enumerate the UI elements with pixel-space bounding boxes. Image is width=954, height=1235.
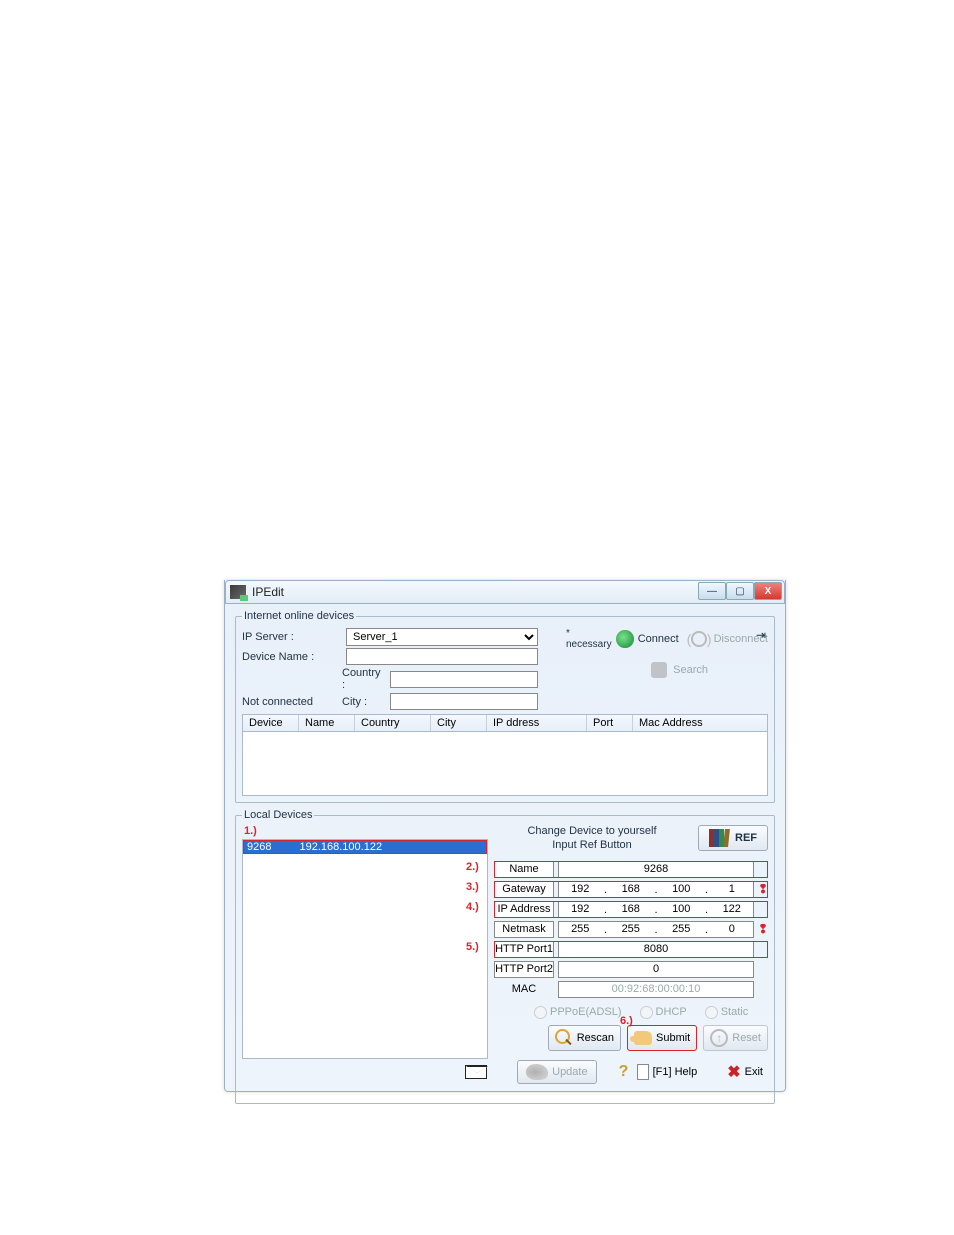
search-man-icon xyxy=(651,662,667,678)
note-icon xyxy=(637,1064,649,1080)
gateway-row: Gateway 192. 168. 100. 1 ❢ xyxy=(494,881,768,898)
dove-icon xyxy=(526,1064,548,1080)
local-legend: Local Devices xyxy=(242,809,314,821)
ipserver-label: IP Server : xyxy=(242,631,342,643)
close-button[interactable]: X xyxy=(754,582,782,600)
name-row: Name 9268 xyxy=(494,861,768,878)
country-input[interactable] xyxy=(390,671,538,688)
globe-icon xyxy=(616,630,633,648)
envelope-icon[interactable] xyxy=(465,1065,487,1079)
maximize-button[interactable]: ▢ xyxy=(726,582,754,600)
col-country[interactable]: Country xyxy=(355,715,431,731)
col-name[interactable]: Name xyxy=(299,715,355,731)
notconn-label: Not connected xyxy=(242,696,342,708)
connect-button[interactable]: Connect xyxy=(638,633,679,645)
online-devices-group: Internet online devices ⇥ IP Server : Se… xyxy=(235,610,775,803)
hint-line2: Input Ref Button xyxy=(494,839,690,853)
list-item[interactable]: 9268 192.168.100.122 xyxy=(243,840,487,854)
radio-dhcp[interactable]: DHCP xyxy=(640,1006,687,1019)
question-icon: ? xyxy=(619,1063,633,1081)
online-table-body[interactable] xyxy=(242,732,768,796)
titlebar[interactable]: IPEdit — ▢ X xyxy=(225,580,785,604)
search-button[interactable]: Search xyxy=(673,664,708,676)
col-port[interactable]: Port xyxy=(587,715,633,731)
mac-row: MAC 00:92:68:00:00:10 xyxy=(494,981,768,998)
city-input[interactable] xyxy=(390,693,538,710)
submit-button[interactable]: Submit xyxy=(627,1025,697,1051)
name-label: Name xyxy=(494,861,554,878)
col-city[interactable]: City xyxy=(431,715,487,731)
minimize-button[interactable]: — xyxy=(698,582,726,600)
mac-label: MAC xyxy=(494,981,554,998)
col-ip[interactable]: IP ddress xyxy=(487,715,587,731)
plug-icon xyxy=(691,631,707,647)
hint-line1: Change Device to yourself xyxy=(494,825,690,839)
ip-row: IP Address 192. 168. 100. 122 xyxy=(494,901,768,918)
online-table-header: Device Name Country City IP ddress Port … xyxy=(242,714,768,732)
radio-static[interactable]: Static xyxy=(705,1006,749,1019)
port2-row: HTTP Port2 0 xyxy=(494,961,768,978)
country-label: Country : xyxy=(342,667,386,691)
ipserver-select[interactable]: Server_1 xyxy=(346,628,538,646)
up-arrow-icon: ↑ xyxy=(710,1029,728,1047)
window-title: IPEdit xyxy=(252,585,284,599)
port2-label: HTTP Port2 xyxy=(494,961,554,978)
radio-pppoe[interactable]: PPPoE(ADSL) xyxy=(534,1006,622,1019)
ip-input[interactable]: 192. 168. 100. 122 xyxy=(558,901,754,918)
netmask-label: Netmask xyxy=(494,921,554,938)
help-button[interactable]: ? [F1] Help xyxy=(611,1060,706,1084)
rescan-button[interactable]: Rescan xyxy=(548,1025,621,1051)
gateway-input[interactable]: 192. 168. 100. 1 xyxy=(558,881,754,898)
annot-4: 4.) xyxy=(466,901,479,913)
annot-1: 1.) xyxy=(244,825,257,837)
ip-mode-radios: PPPoE(ADSL) DHCP Static xyxy=(534,1006,768,1019)
annot-6: 6.) xyxy=(620,1015,633,1027)
annot-5: 5.) xyxy=(466,941,479,953)
exclam-icon: ❢ xyxy=(758,922,768,936)
list-item-ip: 192.168.100.122 xyxy=(299,841,382,853)
x-icon: ✖ xyxy=(727,1062,740,1082)
annot-2: 2.) xyxy=(466,861,479,873)
hand-icon xyxy=(634,1031,652,1045)
app-icon xyxy=(230,585,246,599)
port1-row: HTTP Port1 8080 xyxy=(494,941,768,958)
annot-3: 3.) xyxy=(466,881,479,893)
ref-button[interactable]: REF xyxy=(698,825,768,851)
col-device[interactable]: Device xyxy=(243,715,299,731)
port2-input[interactable]: 0 xyxy=(558,961,754,978)
local-device-list[interactable]: 9268 192.168.100.122 xyxy=(242,839,488,1059)
list-item-name: 9268 xyxy=(247,841,271,853)
update-button[interactable]: Update xyxy=(517,1060,596,1084)
netmask-row: Netmask 255. 255. 255. 0 ❢ xyxy=(494,921,768,938)
name-input[interactable]: 9268 xyxy=(558,861,754,878)
reset-button[interactable]: ↑ Reset xyxy=(703,1025,768,1051)
exit-button[interactable]: ✖ Exit xyxy=(719,1059,771,1085)
exclam-icon: ❢ xyxy=(758,882,768,896)
books-icon xyxy=(709,829,729,847)
app-window: IPEdit — ▢ X Internet online devices ⇥ I… xyxy=(224,580,786,1092)
col-mac[interactable]: Mac Address xyxy=(633,715,767,731)
devname-input[interactable] xyxy=(346,648,538,665)
magnifier-icon xyxy=(555,1029,573,1047)
mac-value: 00:92:68:00:00:10 xyxy=(558,981,754,998)
necessary-label: * necessary xyxy=(566,628,616,650)
gateway-label: Gateway xyxy=(494,881,554,898)
ip-label: IP Address xyxy=(494,901,554,918)
devname-label: Device Name : xyxy=(242,651,342,663)
online-legend: Internet online devices xyxy=(242,610,356,622)
port1-label: HTTP Port1 xyxy=(494,941,554,958)
port1-input[interactable]: 8080 xyxy=(558,941,754,958)
city-label: City : xyxy=(342,696,386,708)
pin-icon[interactable]: ⇥ xyxy=(756,628,766,642)
netmask-input[interactable]: 255. 255. 255. 0 xyxy=(558,921,754,938)
